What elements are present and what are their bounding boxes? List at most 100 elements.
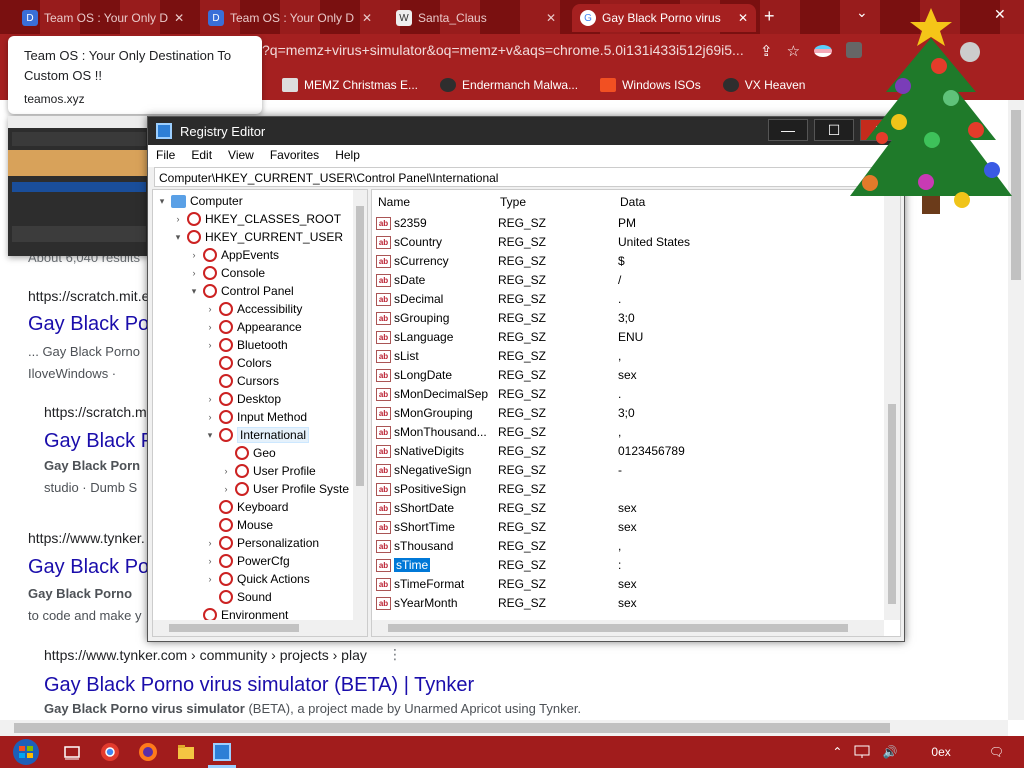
tree-node[interactable]: Mouse (205, 516, 273, 534)
bookmark-memz[interactable]: MEMZ Christmas E... (282, 78, 418, 92)
tree-expander-icon[interactable]: ▾ (189, 286, 199, 297)
task-view-icon[interactable] (62, 742, 82, 762)
registry-value-row[interactable]: ab sLongDate REG_SZ sex (372, 366, 884, 385)
registry-value-row[interactable]: ab sGrouping REG_SZ 3;0 (372, 309, 884, 328)
browser-tab-3[interactable]: W Santa_Claus ✕ (388, 4, 564, 32)
tree-node[interactable]: Cursors (205, 372, 279, 390)
new-tab-icon[interactable]: + (764, 6, 775, 27)
tree-node[interactable]: ▾ International (205, 426, 310, 444)
registry-value-row[interactable]: ab sNativeDigits REG_SZ 0123456789 (372, 442, 884, 461)
tree-node[interactable]: › Desktop (205, 390, 281, 408)
registry-value-row[interactable]: ab sShortDate REG_SZ sex (372, 499, 884, 518)
column-header-type[interactable]: Type (500, 192, 526, 212)
registry-value-row[interactable]: ab sMonGrouping REG_SZ 3;0 (372, 404, 884, 423)
bookmark-endermanch[interactable]: Endermanch Malwa... (440, 78, 578, 92)
tree-node[interactable]: ▾ Control Panel (189, 282, 294, 300)
registry-value-row[interactable]: ab sCurrency REG_SZ $ (372, 252, 884, 271)
tree-expander-icon[interactable]: › (189, 250, 199, 260)
registry-value-row[interactable]: ab sMonDecimalSep REG_SZ. (372, 385, 884, 404)
browser-tab-2[interactable]: D Team OS : Your Only D ✕ (200, 4, 380, 32)
registry-value-row[interactable]: ab sThousand REG_SZ, (372, 537, 884, 556)
tree-horizontal-scrollbar[interactable] (153, 620, 367, 636)
tab-close-icon[interactable]: ✕ (362, 11, 372, 25)
browser-tab-4-active[interactable]: G Gay Black Porno virus ✕ (572, 4, 756, 32)
tree-node[interactable]: Sound (205, 588, 272, 606)
tree-expander-icon[interactable]: › (205, 538, 215, 548)
registry-value-row[interactable]: ab sYearMonth REG_SZ sex (372, 594, 884, 613)
registry-value-row[interactable]: ab sLanguage REG_SZ ENU (372, 328, 884, 347)
tree-node[interactable]: › User Profile Syste (221, 480, 349, 498)
file-explorer-taskbar-icon[interactable] (176, 742, 196, 762)
result-title-link[interactable]: Gay Black Po (28, 556, 149, 579)
registry-value-row[interactable]: ab sCountry REG_SZ United States (372, 233, 884, 252)
address-bar[interactable]: ?q=memz+virus+simulator&oq=memz+v&aqs=ch… (262, 42, 748, 64)
tree-node[interactable]: Keyboard (205, 498, 288, 516)
registry-value-row[interactable]: ab sNegativeSign REG_SZ - (372, 461, 884, 480)
tree-expander-icon[interactable]: › (205, 412, 215, 422)
registry-value-row[interactable]: ab sTimeFormat REG_SZ sex (372, 575, 884, 594)
tree-node[interactable]: › HKEY_CLASSES_ROOT (173, 210, 341, 228)
menu-view[interactable]: View (220, 145, 262, 167)
column-header-data[interactable]: Data (620, 192, 645, 212)
tree-expander-icon[interactable]: › (205, 340, 215, 350)
values-horizontal-scrollbar[interactable] (372, 620, 884, 636)
firefox-taskbar-icon[interactable] (138, 742, 158, 762)
tree-node[interactable]: › Quick Actions (205, 570, 310, 588)
tree-node[interactable]: › Appearance (205, 318, 302, 336)
tree-expander-icon[interactable]: ▾ (205, 430, 215, 441)
tree-expander-icon[interactable]: › (205, 322, 215, 332)
browser-tab-1[interactable]: D Team OS : Your Only D ✕ (14, 4, 190, 32)
registry-value-row[interactable]: ab s2359 REG_SZ PM (372, 214, 884, 233)
chrome-taskbar-icon[interactable] (100, 742, 120, 762)
network-icon[interactable] (854, 745, 870, 759)
tree-node[interactable]: › Console (189, 264, 265, 282)
tree-expander-icon[interactable]: ▾ (157, 196, 167, 207)
bookmark-vx-heaven[interactable]: VX Heaven (722, 78, 805, 92)
tree-node[interactable]: › Bluetooth (205, 336, 288, 354)
tab-close-icon[interactable]: ✕ (546, 11, 556, 25)
tab-close-icon[interactable]: ✕ (174, 11, 184, 25)
regedit-taskbar-icon[interactable] (212, 742, 232, 762)
registry-value-row[interactable]: ab sMonThousand... REG_SZ, (372, 423, 884, 442)
tab-close-icon[interactable]: ✕ (738, 11, 748, 25)
tree-expander-icon[interactable]: › (221, 466, 231, 476)
registry-value-row[interactable]: ab sDecimal REG_SZ. (372, 290, 884, 309)
tree-node[interactable]: ▾ Computer (157, 192, 243, 210)
tree-expander-icon[interactable]: › (189, 268, 199, 278)
tree-expander-icon[interactable]: › (205, 304, 215, 314)
volume-icon[interactable]: 🔊 (882, 745, 897, 759)
registry-address-bar[interactable]: Computer\HKEY_CURRENT_USER\Control Panel… (154, 167, 898, 187)
registry-value-row[interactable]: ab sDate REG_SZ / (372, 271, 884, 290)
bookmark-star-icon[interactable]: ☆ (787, 42, 800, 60)
show-hidden-icons-icon[interactable]: ⌃ (832, 745, 842, 759)
tree-node[interactable]: Colors (205, 354, 272, 372)
column-header-name[interactable]: Name (378, 192, 410, 212)
tree-node[interactable]: › User Profile (221, 462, 316, 480)
tree-expander-icon[interactable]: ▾ (173, 232, 183, 243)
registry-value-row[interactable]: ab sList REG_SZ, (372, 347, 884, 366)
more-options-icon[interactable]: ⋮ (388, 646, 402, 663)
minimize-button[interactable]: — (768, 119, 808, 141)
tree-expander-icon[interactable]: › (205, 574, 215, 584)
tree-node[interactable]: › AppEvents (189, 246, 279, 264)
bookmark-windows-isos[interactable]: Windows ISOs (600, 78, 701, 92)
tree-expander-icon[interactable]: › (205, 394, 215, 404)
tree-vertical-scrollbar[interactable] (353, 190, 367, 620)
tree-node[interactable]: Geo (221, 444, 276, 462)
result-title-link[interactable]: Gay Black Po (28, 313, 149, 336)
result-title-link[interactable]: Gay Black Porno virus simulator (BETA) |… (44, 674, 474, 697)
taskbar-clock[interactable]: 0ex (931, 745, 950, 759)
tree-node[interactable]: ▾ HKEY_CURRENT_USER (173, 228, 343, 246)
registry-value-row[interactable]: ab sPositiveSign REG_SZ (372, 480, 884, 499)
page-horizontal-scrollbar[interactable] (0, 720, 1008, 736)
share-icon[interactable]: ⇪ (760, 42, 773, 60)
result-title-link[interactable]: Gay Black P (44, 430, 154, 453)
extension-flag-icon[interactable] (814, 45, 833, 57)
menu-file[interactable]: File (148, 145, 183, 167)
menu-edit[interactable]: Edit (183, 145, 220, 167)
registry-value-row[interactable]: ab sShortTime REG_SZ sex (372, 518, 884, 537)
notification-center-icon[interactable]: 🗨 (989, 745, 1004, 759)
values-vertical-scrollbar[interactable] (884, 190, 900, 620)
tree-expander-icon[interactable]: › (173, 214, 183, 224)
tree-expander-icon[interactable]: › (205, 556, 215, 566)
